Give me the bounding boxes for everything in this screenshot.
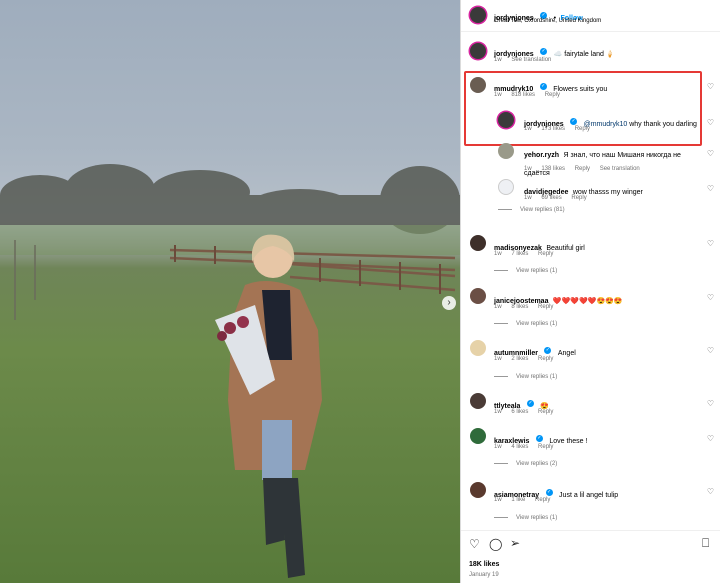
reply-button[interactable]: Reply <box>571 195 586 201</box>
comment-avatar[interactable] <box>470 482 486 498</box>
comment-avatar[interactable] <box>498 143 514 159</box>
photo-scene <box>0 164 460 578</box>
reply-button[interactable]: Reply <box>538 251 553 257</box>
comment-meta: 1w 7 likes Reply <box>494 251 561 257</box>
likes-count[interactable]: 18K likes <box>469 561 499 568</box>
comment-time: 1w <box>524 166 532 172</box>
comment-likes[interactable]: 4 likes <box>511 444 528 450</box>
like-comment-heart-icon[interactable]: ♡ <box>707 118 714 127</box>
like-comment-heart-icon[interactable]: ♡ <box>707 184 714 193</box>
like-comment-heart-icon[interactable]: ♡ <box>707 293 714 302</box>
comment-time: 1w <box>524 195 532 201</box>
comment-meta: 1w 69 likes Reply <box>524 195 595 201</box>
caption-meta: 1w See translation <box>494 57 559 63</box>
comment-avatar[interactable] <box>470 235 486 251</box>
comment-likes[interactable]: 8 likes <box>511 304 528 310</box>
comment-likes[interactable]: 69 likes <box>541 195 561 201</box>
verified-icon: ✓ <box>570 118 578 126</box>
post-location[interactable]: Great Tew, Oxfordshire, United Kingdom <box>494 18 601 24</box>
reply-likes[interactable]: 173 likes <box>541 126 565 132</box>
view-replies-button[interactable]: View replies (1) <box>494 321 565 327</box>
verified-icon: ✓ <box>545 489 553 497</box>
next-photo-button[interactable]: › <box>442 296 456 310</box>
comment-likes[interactable]: 1 like <box>511 497 525 503</box>
like-comment-heart-icon[interactable]: ♡ <box>707 434 714 443</box>
reply-button[interactable]: Reply <box>538 444 553 450</box>
reply-meta: 1w 173 likes Reply <box>524 126 598 132</box>
comment-time: 1w <box>494 304 502 310</box>
comment-time: 1w <box>494 251 502 257</box>
comment-avatar[interactable] <box>498 179 514 195</box>
comment-meta: 1w 818 likes Reply <box>494 92 568 98</box>
comment-icon[interactable]: ◯ <box>489 537 502 551</box>
comment-likes[interactable]: 138 likes <box>541 166 565 172</box>
comment-text: ❤️❤️❤️❤️❤️😍😍😍 <box>552 298 623 305</box>
comment-avatar[interactable] <box>470 288 486 304</box>
comment-text: Just a lil angel tulip <box>559 492 619 499</box>
like-comment-heart-icon[interactable]: ♡ <box>707 487 714 496</box>
share-icon[interactable]: ➢ <box>510 536 520 550</box>
comment-avatar[interactable] <box>470 393 486 409</box>
author-avatar[interactable] <box>470 7 486 23</box>
caption-see-translation[interactable]: See translation <box>511 57 551 63</box>
like-comment-heart-icon[interactable]: ♡ <box>707 149 714 158</box>
like-comment-heart-icon[interactable]: ♡ <box>707 82 714 91</box>
comment-meta: 1w 138 likes Reply See translation <box>524 166 648 172</box>
reply-button[interactable]: Reply <box>538 356 553 362</box>
verified-icon: ✓ <box>535 435 543 443</box>
comment-meta: 1w 4 likes Reply <box>494 444 561 450</box>
post-actions: ♡ ◯ ➢ ⎕ 18K likes January 19 <box>461 530 720 583</box>
view-replies-button[interactable]: View replies (1) <box>494 515 565 521</box>
reply-avatar[interactable] <box>498 112 514 128</box>
reply-text: why thank you darling <box>627 121 697 128</box>
comment-time: 1w <box>494 356 502 362</box>
post-sidebar: jordynjones ✓ • Follow Great Tew, Oxford… <box>460 0 720 583</box>
comment-likes[interactable]: 2 likes <box>511 356 528 362</box>
reply-button[interactable]: Reply <box>538 409 553 415</box>
comment-username[interactable]: yehor.ryzh <box>524 152 559 159</box>
comment-time: 1w <box>494 92 502 98</box>
comment-avatar[interactable] <box>470 77 486 93</box>
comment-meta: 1w 6 likes Reply <box>494 409 561 415</box>
caption-text: ☁️ fairytale land 🍦 <box>553 51 615 58</box>
comment-likes[interactable]: 6 likes <box>511 409 528 415</box>
like-comment-heart-icon[interactable]: ♡ <box>707 346 714 355</box>
reply-button[interactable]: Reply <box>545 92 560 98</box>
see-translation-link[interactable]: See translation <box>600 166 640 172</box>
reply-button[interactable]: Reply <box>538 304 553 310</box>
heart-icon[interactable]: ♡ <box>469 537 480 551</box>
caption-avatar[interactable] <box>470 43 486 59</box>
reply-button[interactable]: Reply <box>575 126 590 132</box>
comment-line: yehor.ryzh Я знал, что наш Мишаня никогд… <box>524 144 694 180</box>
verified-icon: ✓ <box>526 400 534 408</box>
verified-icon: ✓ <box>540 48 548 56</box>
like-comment-heart-icon[interactable]: ♡ <box>707 239 714 248</box>
verified-icon: ✓ <box>539 83 547 91</box>
comment-likes[interactable]: 818 likes <box>511 92 535 98</box>
comment-time: 1w <box>494 444 502 450</box>
comment-meta: 1w 8 likes Reply <box>494 304 561 310</box>
reply-time: 1w <box>524 126 532 132</box>
comment-avatar[interactable] <box>470 340 486 356</box>
comment-avatar[interactable] <box>470 428 486 444</box>
comment-meta: 1w 1 like Reply <box>494 497 558 503</box>
reply-button[interactable]: Reply <box>535 497 550 503</box>
comment-time: 1w <box>494 409 502 415</box>
post-header: jordynjones ✓ • Follow Great Tew, Oxford… <box>461 0 720 32</box>
like-comment-heart-icon[interactable]: ♡ <box>707 399 714 408</box>
caption-time: 1w <box>494 57 502 63</box>
view-replies-button[interactable]: View replies (1) <box>494 374 565 380</box>
comment-meta: 1w 2 likes Reply <box>494 356 561 362</box>
view-replies-button[interactable]: View replies (81) <box>498 207 573 213</box>
bookmark-icon[interactable]: ⎕ <box>702 536 709 551</box>
post-photo: › <box>0 0 460 583</box>
view-replies-button[interactable]: View replies (2) <box>494 461 565 467</box>
reply-button[interactable]: Reply <box>575 166 590 172</box>
comment-time: 1w <box>494 497 502 503</box>
view-replies-button[interactable]: View replies (1) <box>494 268 565 274</box>
post-date: January 19 <box>469 572 499 578</box>
comment-likes[interactable]: 7 likes <box>511 251 528 257</box>
verified-icon: ✓ <box>544 347 552 355</box>
